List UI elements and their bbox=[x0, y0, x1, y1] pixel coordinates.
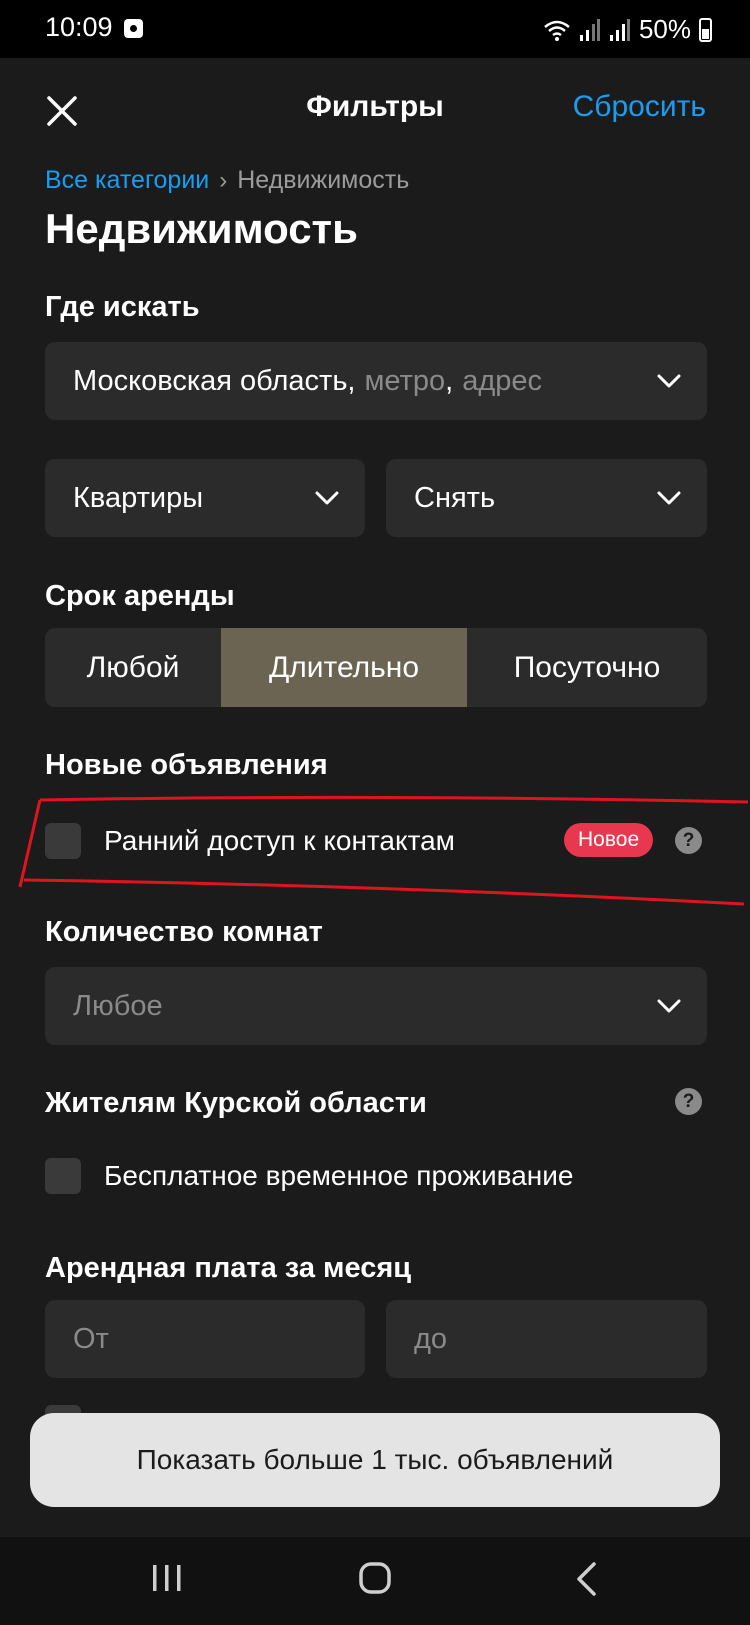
signal-icon-2 bbox=[609, 18, 630, 41]
location-region: Московская область, bbox=[73, 364, 356, 397]
home-icon[interactable] bbox=[358, 1561, 392, 1595]
price-to-input[interactable]: до bbox=[386, 1300, 707, 1378]
early-access-label[interactable]: Ранний доступ к контактам bbox=[104, 825, 455, 857]
free-housing-checkbox[interactable] bbox=[45, 1158, 81, 1194]
breadcrumb-current: Недвижимость bbox=[237, 166, 410, 194]
status-time: 10:09 bbox=[45, 12, 113, 42]
chevron-down-icon bbox=[657, 374, 681, 388]
battery-percent: 50% bbox=[638, 14, 691, 44]
status-bar: 10:09 50% bbox=[0, 0, 750, 58]
new-listings-label: Новые объявления bbox=[45, 749, 328, 781]
system-nav-bar bbox=[0, 1537, 750, 1625]
back-icon[interactable] bbox=[575, 1561, 597, 1597]
breadcrumb: Все категории › Недвижимость bbox=[45, 166, 409, 195]
where-label: Где искать bbox=[45, 291, 200, 323]
deal-type-select[interactable]: Снять bbox=[386, 459, 707, 537]
help-icon[interactable]: ? bbox=[675, 1088, 702, 1115]
price-from-input[interactable]: От bbox=[45, 1300, 365, 1378]
rent-term-daily[interactable]: Посуточно bbox=[467, 628, 707, 707]
reset-button[interactable]: Сбросить bbox=[573, 90, 706, 124]
price-to-placeholder: до bbox=[414, 1322, 448, 1355]
chevron-down-icon bbox=[657, 999, 681, 1013]
price-from-placeholder: От bbox=[73, 1322, 109, 1355]
early-access-checkbox[interactable] bbox=[45, 823, 81, 859]
free-housing-label[interactable]: Бесплатное временное проживание bbox=[104, 1160, 573, 1192]
rent-term-long[interactable]: Длительно bbox=[221, 628, 467, 707]
rooms-value: Любое bbox=[73, 989, 163, 1022]
recent-apps-icon[interactable] bbox=[151, 1563, 183, 1593]
signal-icon bbox=[579, 18, 600, 41]
rent-term-segmented-control: Любой Длительно Посуточно bbox=[45, 628, 707, 707]
page-title: Недвижимость bbox=[45, 205, 358, 252]
location-select[interactable]: Московская область, метро , адрес bbox=[45, 342, 707, 420]
location-metro-placeholder: метро bbox=[364, 364, 446, 397]
breadcrumb-all-categories[interactable]: Все категории bbox=[45, 166, 209, 195]
property-type-select[interactable]: Квартиры bbox=[45, 459, 365, 537]
location-comma: , bbox=[445, 364, 454, 397]
kursk-label: Жителям Курской области bbox=[45, 1087, 427, 1119]
rooms-select[interactable]: Любое bbox=[45, 967, 707, 1045]
rent-term-any[interactable]: Любой bbox=[45, 628, 221, 707]
rooms-label: Количество комнат bbox=[45, 916, 323, 948]
chevron-down-icon bbox=[657, 491, 681, 505]
price-label: Арендная плата за месяц bbox=[45, 1252, 412, 1284]
show-results-button[interactable]: Показать больше 1 тыс. объявлений bbox=[30, 1413, 720, 1507]
chevron-down-icon bbox=[315, 491, 339, 505]
rent-term-label: Срок аренды bbox=[45, 580, 235, 612]
new-badge: Новое bbox=[564, 823, 654, 857]
help-icon[interactable]: ? bbox=[675, 827, 702, 854]
property-type-value: Квартиры bbox=[73, 481, 204, 514]
battery-icon bbox=[699, 17, 712, 42]
deal-type-value: Снять bbox=[414, 481, 496, 514]
notification-icon bbox=[124, 19, 143, 38]
wifi-icon bbox=[544, 20, 570, 41]
breadcrumb-separator: › bbox=[219, 166, 228, 194]
location-address-placeholder: адрес bbox=[462, 364, 543, 397]
status-indicators: 50% bbox=[543, 14, 712, 45]
